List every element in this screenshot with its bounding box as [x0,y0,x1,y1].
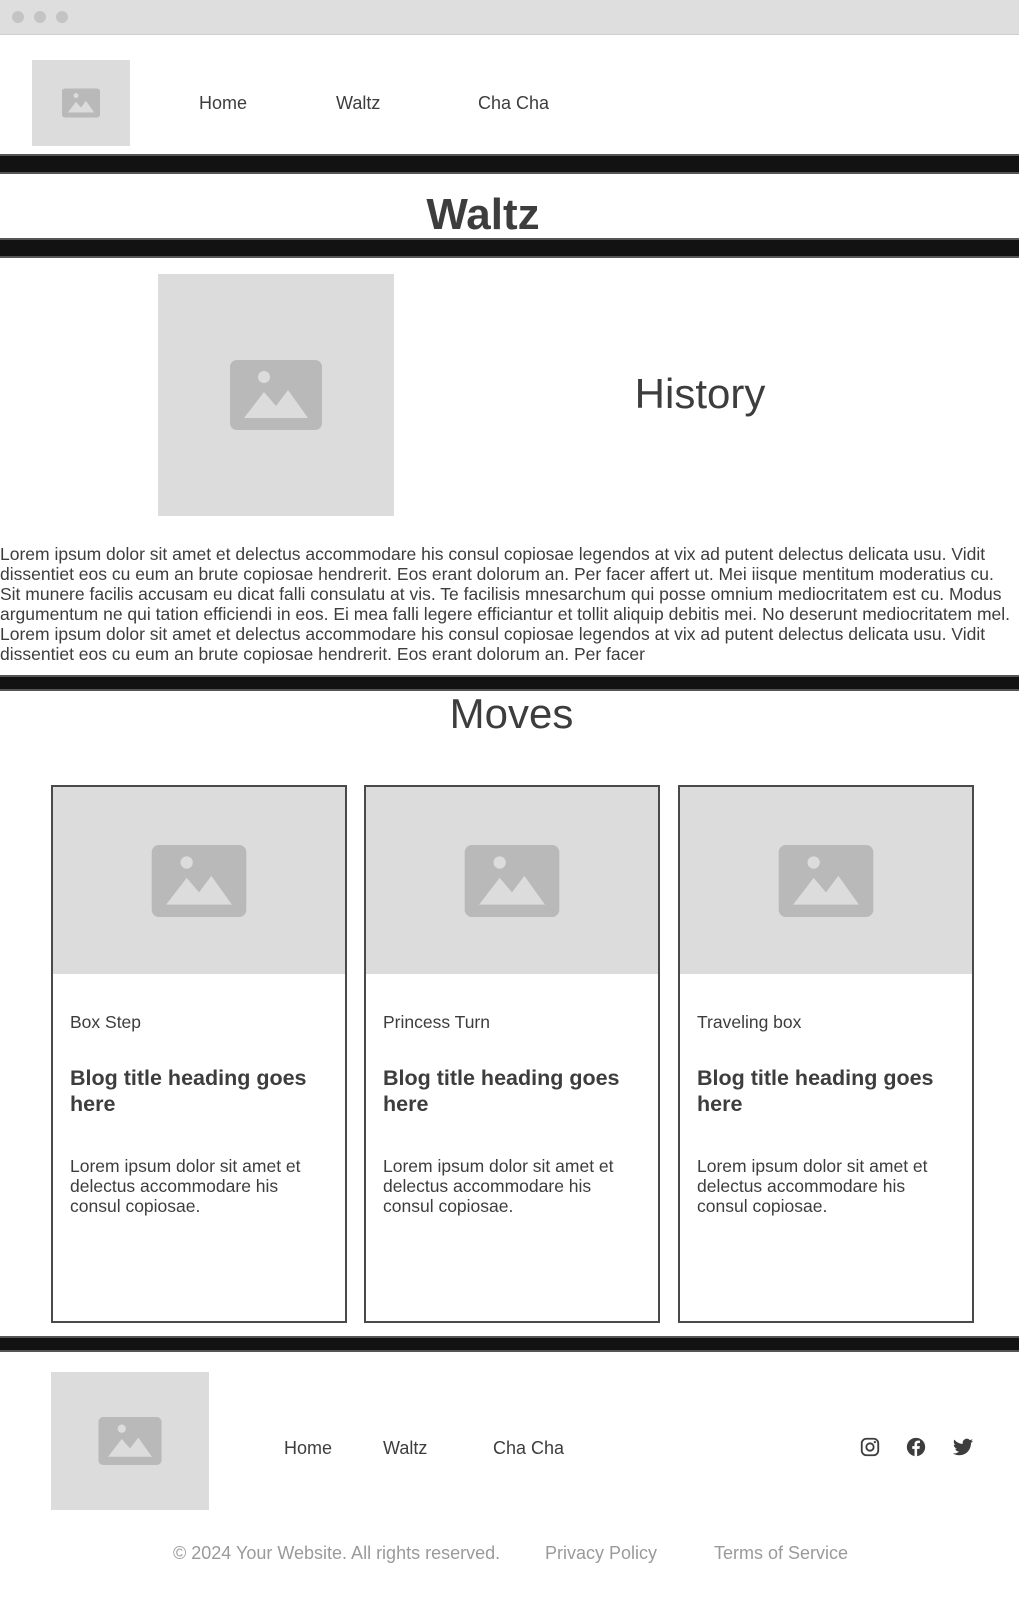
history-image [158,274,394,516]
page-title: Waltz [426,190,540,239]
divider [0,154,1019,174]
card-description: Lorem ipsum dolor sit amet et delectus a… [70,1156,301,1216]
card-title[interactable]: Blog title heading goes here [383,1065,645,1117]
footer-logo[interactable] [51,1372,209,1510]
nav-link-cha-cha[interactable]: Cha Cha [478,93,549,114]
move-card[interactable]: Traveling box Blog title heading goes he… [678,785,974,1323]
history-heading: History [634,370,766,417]
card-image [366,787,658,974]
terms-of-service-link[interactable]: Terms of Service [714,1543,848,1564]
facebook-icon[interactable] [905,1436,927,1458]
window-control-dot[interactable] [56,11,68,23]
footer-link-waltz[interactable]: Waltz [383,1438,427,1459]
card-description: Lorem ipsum dolor sit amet et delectus a… [697,1156,928,1216]
nav-link-home[interactable]: Home [199,93,247,114]
privacy-policy-link[interactable]: Privacy Policy [545,1543,657,1564]
footer-link-cha-cha[interactable]: Cha Cha [493,1438,564,1459]
footer-link-home[interactable]: Home [284,1438,332,1459]
moves-heading: Moves [449,690,574,737]
image-placeholder-icon [230,360,322,430]
move-card[interactable]: Box Step Blog title heading goes here Lo… [51,785,347,1323]
card-category: Box Step [70,1012,142,1032]
window-control-dot[interactable] [12,11,24,23]
card-title[interactable]: Blog title heading goes here [70,1065,332,1117]
divider [0,675,1019,691]
card-category: Traveling box [697,1012,802,1032]
site-logo[interactable] [32,60,130,146]
copyright-text: © 2024 Your Website. All rights reserved… [173,1543,501,1563]
image-placeholder-icon [778,844,874,917]
twitter-icon[interactable] [952,1436,974,1458]
browser-window-bar [0,0,1019,35]
card-description: Lorem ipsum dolor sit amet et delectus a… [383,1156,614,1216]
card-category: Princess Turn [383,1012,490,1032]
image-placeholder-icon [151,844,247,917]
image-placeholder-icon [464,844,560,917]
image-placeholder-icon [62,88,100,118]
divider [0,238,1019,258]
card-image [680,787,972,974]
move-card[interactable]: Princess Turn Blog title heading goes he… [364,785,660,1323]
history-body-text: Lorem ipsum dolor sit amet et delectus a… [0,544,1011,664]
window-control-dot[interactable] [34,11,46,23]
card-title[interactable]: Blog title heading goes here [697,1065,959,1117]
card-image [53,787,345,974]
image-placeholder-icon [98,1417,162,1465]
nav-link-waltz[interactable]: Waltz [336,93,380,114]
instagram-icon[interactable] [859,1436,881,1458]
divider [0,1336,1019,1352]
